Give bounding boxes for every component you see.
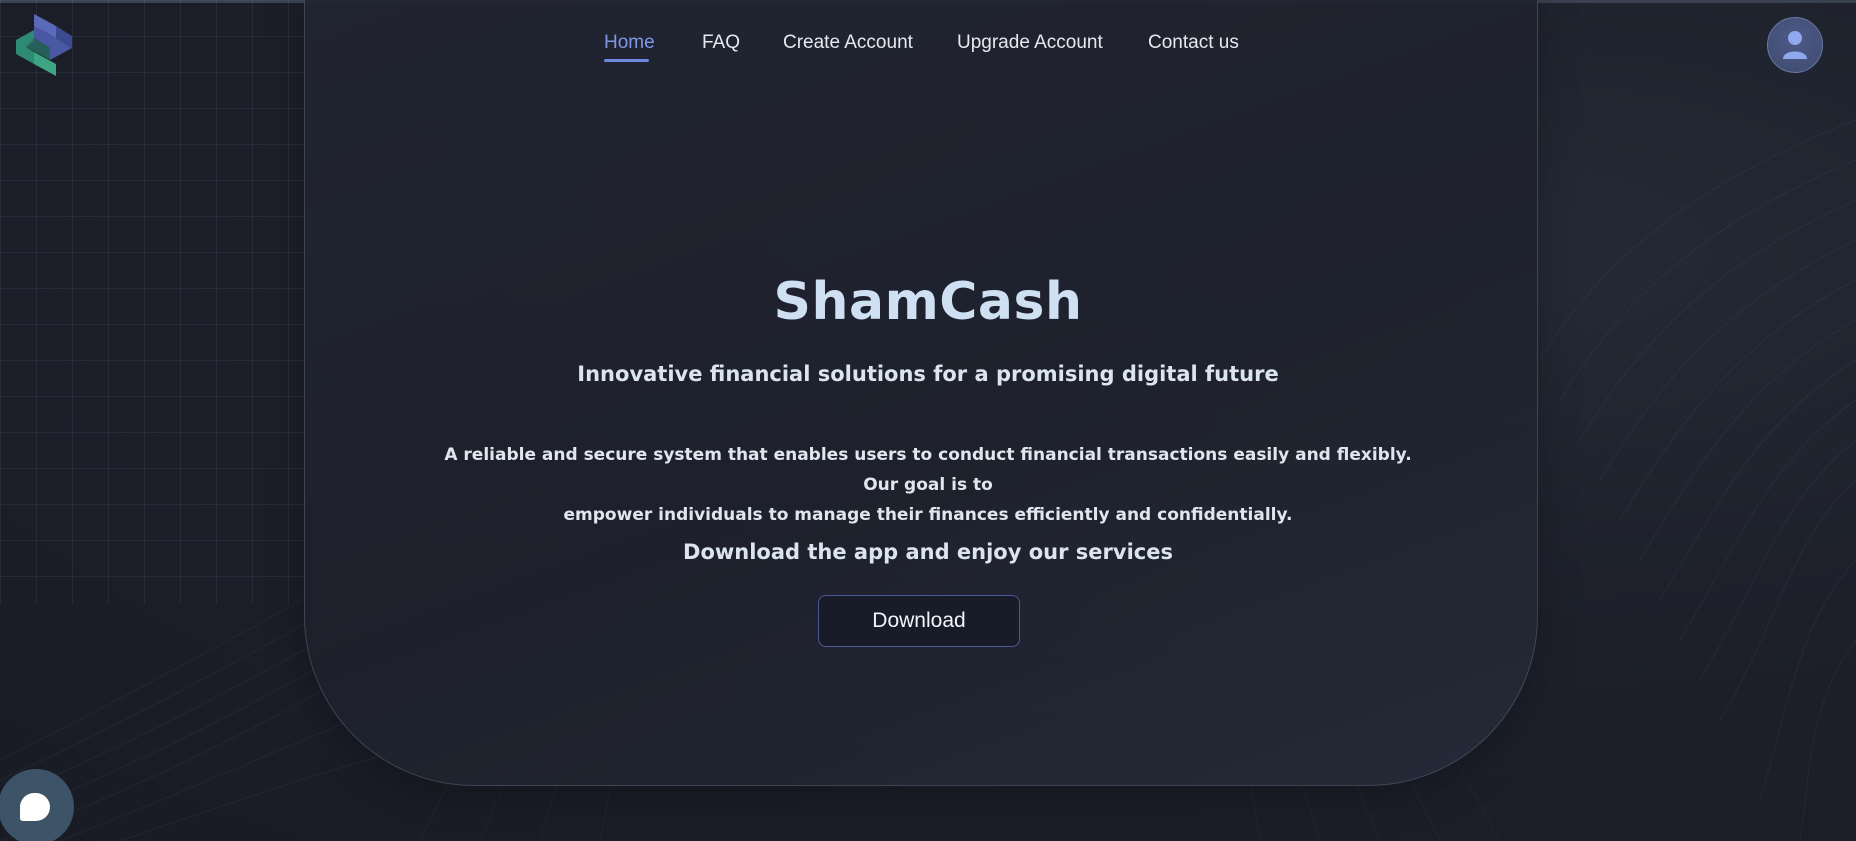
download-button[interactable]: Download [818, 595, 1020, 647]
nav-item-upgrade-account[interactable]: Upgrade Account [957, 32, 1103, 54]
user-avatar-icon [1783, 31, 1807, 59]
landing-page: Home FAQ Create Account Upgrade Account … [0, 0, 1856, 841]
hero-subtitle: Innovative financial solutions for a pro… [577, 362, 1279, 386]
hero-title: ShamCash [773, 272, 1083, 332]
user-avatar-button[interactable] [1767, 17, 1823, 73]
main-nav: Home FAQ Create Account Upgrade Account … [0, 32, 1856, 72]
nav-item-home[interactable]: Home [604, 32, 655, 62]
hero-description-line-2: empower individuals to manage their fina… [563, 505, 1293, 525]
chat-bubble-icon [20, 793, 50, 821]
nav-item-create-account[interactable]: Create Account [783, 32, 913, 54]
hero-panel [304, 0, 1538, 786]
nav-item-faq[interactable]: FAQ [702, 32, 740, 54]
download-prompt: Download the app and enjoy our services [683, 540, 1173, 564]
hero-description-line-1: A reliable and secure system that enable… [444, 445, 1412, 495]
hero-description: A reliable and secure system that enable… [428, 440, 1428, 530]
nav-item-contact-us[interactable]: Contact us [1148, 32, 1239, 54]
chat-button[interactable] [0, 769, 74, 841]
